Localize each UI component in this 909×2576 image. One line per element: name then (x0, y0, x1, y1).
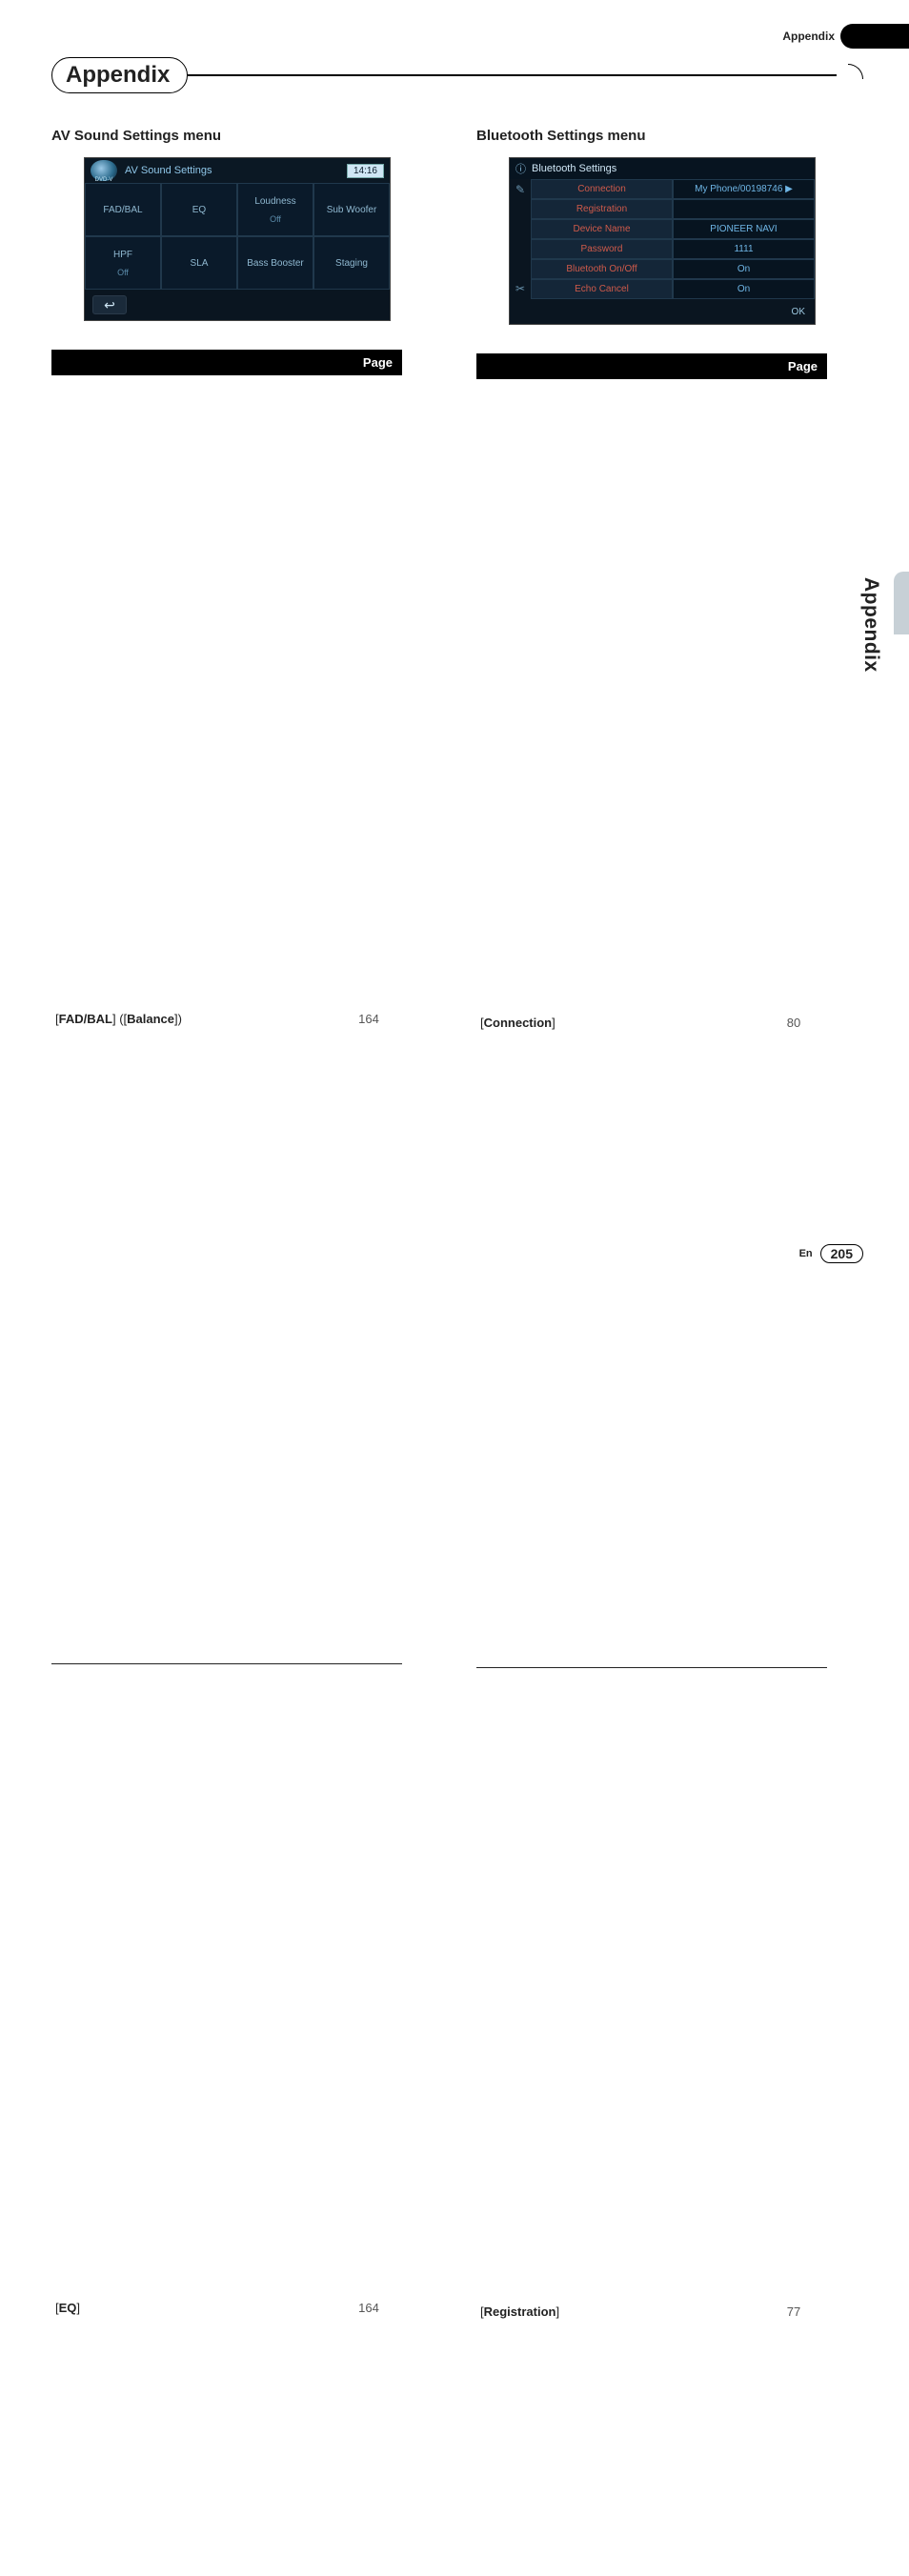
av-cell-label: Sub Woofer (327, 205, 377, 215)
row-page: 80 (760, 379, 827, 1667)
top-right-black-pill (840, 24, 909, 49)
av-cell-label: Bass Booster (247, 258, 303, 269)
row-name: [FAD/BAL] ([Balance]) (51, 375, 335, 1663)
av-cell-label: Loudness (254, 196, 295, 207)
table-row: [Registration]77 (476, 1667, 827, 2576)
side-tab-grey-pill (894, 572, 909, 634)
top-right-label: Appendix (782, 30, 835, 43)
pencil-icon: ✎ (515, 183, 525, 196)
row-name: [Registration] (476, 1667, 760, 2576)
info-icon: ⓘ (515, 161, 526, 176)
table-header-blank (51, 350, 335, 375)
bt-title-menu: menu (608, 128, 646, 144)
bluetooth-screenshot: ⓘ Bluetooth Settings ✎ ✂ ConnectionMy Ph… (509, 157, 816, 325)
av-cell[interactable]: FAD/BAL (85, 183, 161, 236)
bt-row-value: On (673, 259, 815, 279)
bt-row-value: 1111 (673, 239, 815, 259)
av-cell-label: HPF (113, 250, 132, 260)
av-cell[interactable]: Sub Woofer (313, 183, 390, 236)
row-name: [EQ] (51, 1663, 335, 2576)
disc-icon-label: DVD-V (91, 177, 117, 183)
av-title-menu: menu (183, 128, 221, 144)
av-screen-title: AV Sound Settings (125, 165, 347, 176)
footer-page-number: 205 (820, 1244, 863, 1263)
scissors-icon: ✂ (515, 282, 525, 295)
av-sound-section-title: AV Sound Settings menu (51, 128, 438, 144)
row-page: 164 (335, 375, 402, 1663)
av-cell-label: FAD/BAL (103, 205, 142, 215)
table-header-page: Page (760, 353, 827, 379)
footer-lang: En (799, 1248, 813, 1259)
av-cell[interactable]: SLA (161, 236, 237, 290)
top-right-tab: Appendix (782, 24, 909, 49)
page-title: Appendix (51, 57, 188, 93)
bt-row-label[interactable]: Connection (531, 179, 673, 199)
page-footer: En 205 (799, 1244, 863, 1263)
left-column: AV Sound Settings menu DVD-V AV Sound Se… (51, 128, 438, 2576)
table-row: [EQ]164 (51, 1663, 402, 2576)
disc-icon: DVD-V (91, 160, 117, 181)
header-divider (186, 74, 837, 76)
bt-row-value: PIONEER NAVI (673, 219, 815, 239)
back-button[interactable]: ↩ (92, 295, 127, 314)
bt-row-value: My Phone/00198746 ▶ (673, 179, 815, 199)
table-header-page: Page (335, 350, 402, 375)
header-curve-icon (848, 64, 863, 79)
av-cell[interactable]: Loudness Off (237, 183, 313, 236)
av-cell[interactable]: HPF Off (85, 236, 161, 290)
back-arrow-icon: ↩ (104, 297, 115, 313)
bt-row-value: On (673, 279, 815, 299)
av-cell[interactable]: Bass Booster (237, 236, 313, 290)
av-cell[interactable]: EQ (161, 183, 237, 236)
table-row: [Connection]80 (476, 379, 827, 1667)
table-row: [FAD/BAL] ([Balance])164 (51, 375, 402, 1663)
bt-row-label[interactable]: Registration (531, 199, 673, 219)
bt-row-label[interactable]: Bluetooth On/Off (531, 259, 673, 279)
bt-row-label[interactable]: Echo Cancel (531, 279, 673, 299)
section-header: Appendix (51, 57, 863, 93)
av-cell-label: SLA (191, 258, 209, 269)
ok-button[interactable]: OK (792, 307, 805, 317)
av-cell-sub: Off (117, 268, 129, 277)
bluetooth-table: Page [Connection]80[Registration]77[Devi… (476, 353, 827, 2576)
av-cell-sub: Off (270, 214, 281, 224)
av-sound-screenshot: DVD-V AV Sound Settings 14:16 FAD/BAL EQ L… (84, 157, 391, 321)
bt-row-label[interactable]: Device Name (531, 219, 673, 239)
right-column: Bluetooth Settings menu ⓘ Bluetooth Sett… (476, 128, 863, 2576)
av-cell-label: EQ (192, 205, 206, 215)
row-name: [Connection] (476, 379, 760, 1667)
side-tab-label: Appendix (859, 577, 882, 673)
row-page: 77 (760, 1667, 827, 2576)
av-cell-label: Staging (335, 258, 368, 269)
bluetooth-section-title: Bluetooth Settings menu (476, 128, 863, 144)
bt-side-scroll[interactable]: ✎ ✂ (510, 179, 531, 299)
av-title-prefix: AV Sound Settings (51, 128, 183, 144)
row-page: 164 (335, 1663, 402, 2576)
table-header-blank (476, 353, 760, 379)
clock-badge: 14:16 (347, 164, 384, 178)
av-cell[interactable]: Staging (313, 236, 390, 290)
bt-row-value (673, 199, 815, 219)
bt-screen-title: Bluetooth Settings (532, 163, 616, 174)
av-sound-table: Page [FAD/BAL] ([Balance])164[EQ]164[Lou… (51, 350, 402, 2576)
side-tab (894, 572, 909, 634)
bt-row-label[interactable]: Password (531, 239, 673, 259)
bt-title-prefix: Bluetooth Settings (476, 128, 608, 144)
